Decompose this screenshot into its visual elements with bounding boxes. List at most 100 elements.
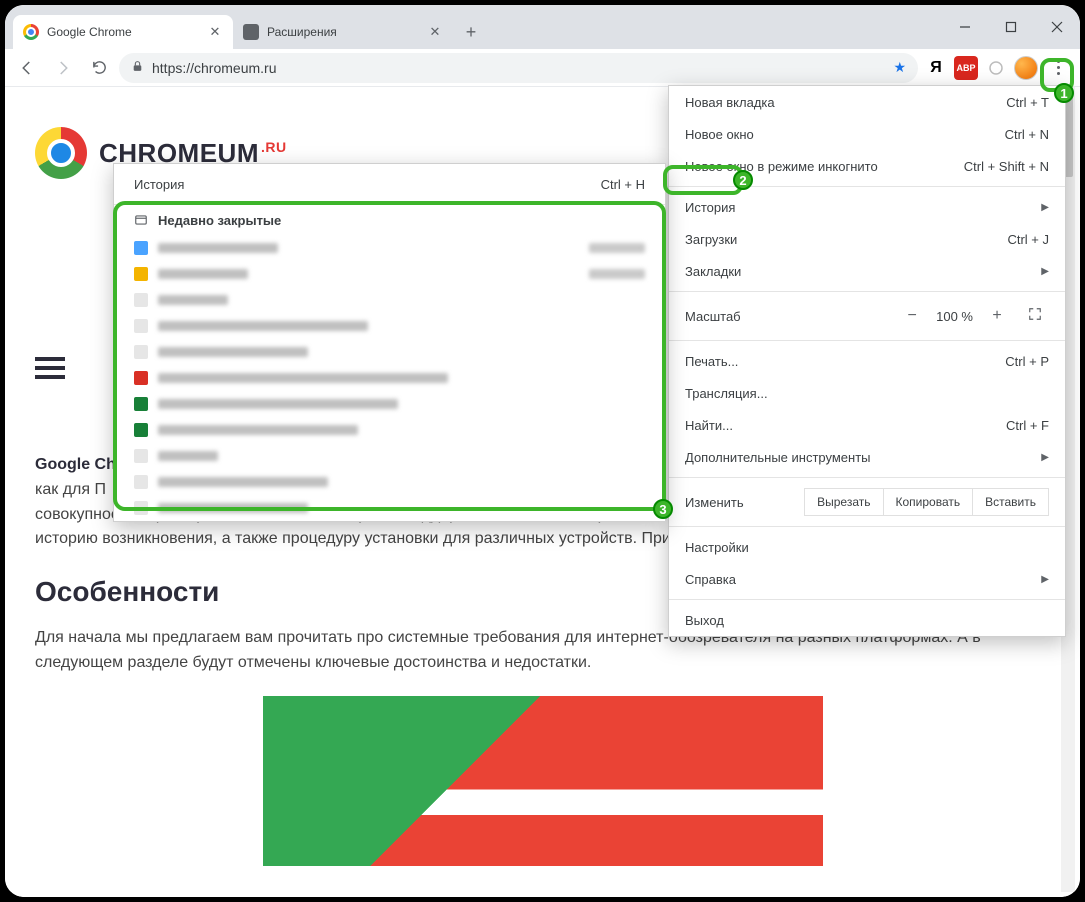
- bookmark-star-icon[interactable]: ★: [893, 59, 906, 76]
- submenu-history-item[interactable]: ИсторияCtrl + H: [114, 164, 665, 204]
- main-menu: Новая вкладкаCtrl + T Новое окноCtrl + N…: [668, 85, 1066, 637]
- back-button[interactable]: [11, 52, 43, 84]
- chrome-icon: [23, 24, 39, 40]
- minimize-button[interactable]: [942, 5, 988, 49]
- menu-find[interactable]: Найти...Ctrl + F: [669, 409, 1065, 441]
- new-tab-button[interactable]: +: [457, 18, 485, 46]
- tab-title: Google Chrome: [47, 25, 132, 39]
- menu-print[interactable]: Печать...Ctrl + P: [669, 345, 1065, 377]
- extension-yandex-icon[interactable]: Я: [922, 54, 950, 82]
- history-entry[interactable]: [114, 235, 665, 261]
- fullscreen-icon[interactable]: [1021, 307, 1049, 326]
- menu-new-window[interactable]: Новое окноCtrl + N: [669, 118, 1065, 150]
- menu-help[interactable]: Справка▶: [669, 563, 1065, 595]
- tab-active[interactable]: Google Chrome ✕: [13, 15, 233, 49]
- favicon: [134, 371, 148, 385]
- history-entry[interactable]: [114, 443, 665, 469]
- menu-separator: [669, 599, 1065, 600]
- annotation-number-3: 3: [653, 499, 673, 519]
- menu-history[interactable]: История▶: [669, 191, 1065, 223]
- maximize-button[interactable]: [988, 5, 1034, 49]
- edit-label: Изменить: [685, 495, 744, 510]
- history-entry[interactable]: [114, 261, 665, 287]
- browser-window: Google Chrome ✕ Расширения ✕ + https://c…: [5, 5, 1080, 897]
- chevron-right-icon: ▶: [1041, 452, 1049, 463]
- chevron-right-icon: ▶: [1041, 202, 1049, 213]
- history-submenu: ИсторияCtrl + H Недавно закрытые: [113, 163, 666, 522]
- zoom-in-button[interactable]: +: [983, 307, 1011, 325]
- profile-avatar[interactable]: [1014, 56, 1038, 80]
- menu-downloads[interactable]: ЗагрузкиCtrl + J: [669, 223, 1065, 255]
- menu-zoom: Масштаб − 100 % +: [669, 296, 1065, 336]
- history-entry[interactable]: [114, 339, 665, 365]
- window-icon: [134, 213, 148, 227]
- url-text: https://chromeum.ru: [152, 60, 277, 76]
- extension-generic-icon[interactable]: [982, 54, 1010, 82]
- history-entry[interactable]: [114, 417, 665, 443]
- favicon: [134, 449, 148, 463]
- forward-button[interactable]: [47, 52, 79, 84]
- favicon: [134, 423, 148, 437]
- annotation-number-1: 1: [1054, 83, 1074, 103]
- site-logo-icon: [35, 127, 87, 179]
- history-entry[interactable]: [114, 313, 665, 339]
- reload-button[interactable]: [83, 52, 115, 84]
- window-controls: [942, 5, 1080, 49]
- history-entry-title: [158, 295, 228, 305]
- menu-separator: [669, 477, 1065, 478]
- history-entry[interactable]: [114, 495, 665, 521]
- cut-button[interactable]: Вырезать: [804, 488, 883, 516]
- menu-settings[interactable]: Настройки: [669, 531, 1065, 563]
- history-entry[interactable]: [114, 287, 665, 313]
- tab-inactive[interactable]: Расширения ✕: [233, 15, 453, 49]
- history-entry-title: [158, 425, 358, 435]
- menu-exit[interactable]: Выход: [669, 604, 1065, 636]
- history-entry-title: [158, 399, 398, 409]
- lock-icon: [131, 60, 144, 76]
- annotation-number-2: 2: [733, 170, 753, 190]
- history-entry-meta: [589, 269, 645, 279]
- zoom-label: Масштаб: [685, 309, 741, 324]
- menu-cast[interactable]: Трансляция...: [669, 377, 1065, 409]
- paste-button[interactable]: Вставить: [972, 488, 1049, 516]
- close-icon[interactable]: ✕: [207, 24, 223, 40]
- menu-new-tab[interactable]: Новая вкладкаCtrl + T: [669, 86, 1065, 118]
- chevron-right-icon: ▶: [1041, 266, 1049, 277]
- history-entry-title: [158, 373, 448, 383]
- menu-edit-row: Изменить Вырезать Копировать Вставить: [669, 482, 1065, 522]
- close-icon[interactable]: ✕: [427, 24, 443, 40]
- menu-incognito[interactable]: Новое окно в режиме инкогнитоCtrl + Shif…: [669, 150, 1065, 182]
- history-entry[interactable]: [114, 365, 665, 391]
- history-entry-title: [158, 321, 368, 331]
- favicon: [134, 501, 148, 515]
- history-entry-title: [158, 503, 308, 513]
- article-image: [263, 696, 823, 866]
- close-window-button[interactable]: [1034, 5, 1080, 49]
- main-menu-button[interactable]: [1042, 52, 1074, 84]
- copy-button[interactable]: Копировать: [883, 488, 974, 516]
- hamburger-menu-icon[interactable]: [35, 357, 65, 379]
- favicon: [134, 267, 148, 281]
- favicon: [134, 293, 148, 307]
- favicon: [134, 475, 148, 489]
- history-entry[interactable]: [114, 391, 665, 417]
- favicon: [134, 345, 148, 359]
- address-bar[interactable]: https://chromeum.ru ★: [119, 53, 918, 83]
- extension-icon: [243, 24, 259, 40]
- tab-title: Расширения: [267, 25, 337, 39]
- zoom-out-button[interactable]: −: [898, 307, 926, 325]
- extension-abp-icon[interactable]: ABP: [954, 56, 978, 80]
- menu-separator: [669, 186, 1065, 187]
- history-entry[interactable]: [114, 469, 665, 495]
- menu-more-tools[interactable]: Дополнительные инструменты▶: [669, 441, 1065, 473]
- toolbar: https://chromeum.ru ★ Я ABP: [5, 49, 1080, 87]
- menu-bookmarks[interactable]: Закладки▶: [669, 255, 1065, 287]
- chevron-right-icon: ▶: [1041, 574, 1049, 585]
- history-entry-title: [158, 269, 248, 279]
- title-bar: Google Chrome ✕ Расширения ✕ +: [5, 5, 1080, 49]
- menu-separator: [669, 526, 1065, 527]
- menu-separator: [669, 291, 1065, 292]
- favicon: [134, 397, 148, 411]
- history-entry-meta: [589, 243, 645, 253]
- tab-strip: Google Chrome ✕ Расширения ✕ +: [13, 5, 485, 49]
